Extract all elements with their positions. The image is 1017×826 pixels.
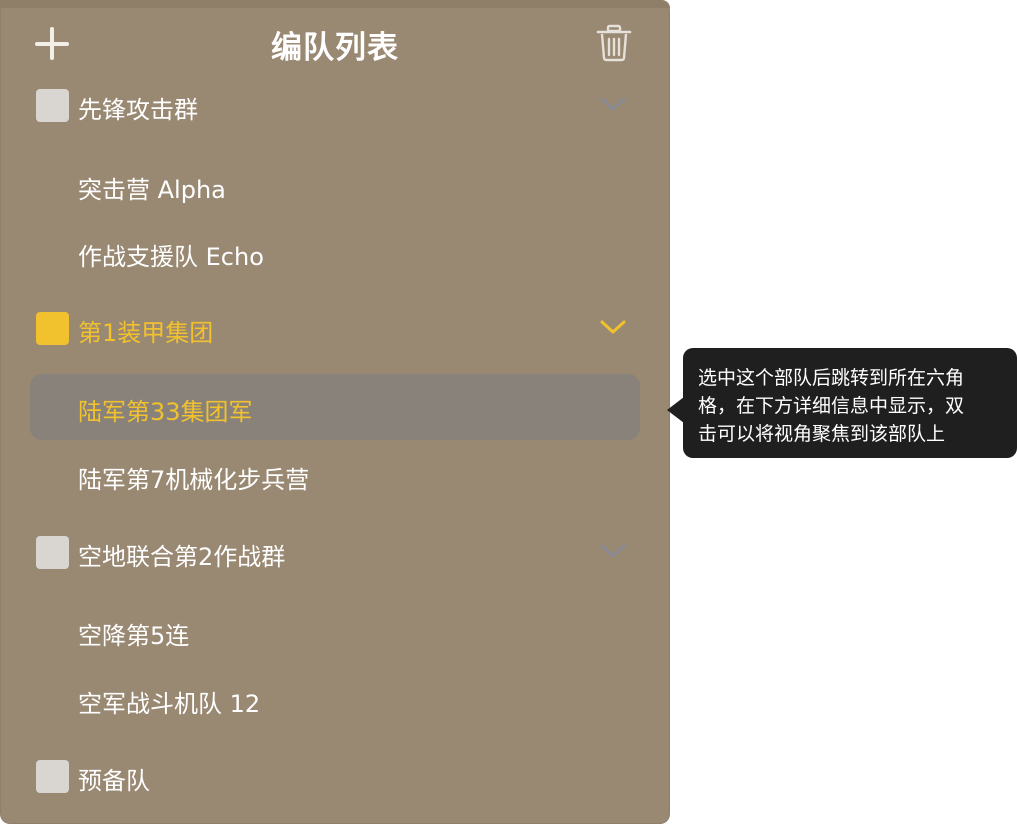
chevron-down-icon[interactable] — [598, 540, 628, 562]
unit-label: 陆军第7机械化步兵营 — [78, 466, 310, 494]
tooltip: 选中这个部队后跳转到所在六角 格，在下方详细信息中显示，双 击可以将视角聚焦到该… — [683, 348, 1017, 458]
tooltip-line: 击可以将视角聚焦到该部队上 — [698, 423, 946, 445]
unit-label: 空降第5连 — [78, 622, 190, 650]
tooltip-line: 格，在下方详细信息中显示，双 — [698, 395, 965, 417]
chevron-down-icon[interactable] — [598, 93, 628, 115]
group-label: 第1装甲集团 — [78, 319, 214, 347]
chevron-down-icon[interactable] — [598, 316, 628, 338]
group-row-armored[interactable]: 第1装甲集团 — [30, 296, 640, 362]
tooltip-arrow — [667, 397, 684, 423]
group-checkbox[interactable] — [36, 312, 69, 345]
unit-label: 作战支援队 Echo — [78, 243, 264, 271]
list-item[interactable]: 突击营 Alpha — [30, 152, 640, 218]
list-item[interactable]: 作战支援队 Echo — [30, 219, 640, 285]
formation-list-panel: 编队列表 先锋攻击群 突击营 Alpha 作战支援队 Echo 第1装甲集团 陆… — [0, 0, 670, 824]
group-label: 空地联合第2作战群 — [78, 543, 286, 571]
group-label: 预备队 — [78, 767, 150, 795]
delete-formation-button[interactable] — [596, 24, 632, 62]
list-item-selected[interactable]: 陆军第33集团军 — [30, 374, 640, 440]
list-item[interactable]: 陆军第7机械化步兵营 — [30, 442, 640, 508]
group-row-vanguard[interactable]: 先锋攻击群 — [30, 73, 640, 139]
tooltip-line: 选中这个部队后跳转到所在六角 — [698, 367, 965, 389]
unit-label: 突击营 Alpha — [78, 176, 226, 204]
unit-label: 陆军第33集团军 — [78, 398, 253, 426]
group-label: 先锋攻击群 — [78, 96, 198, 124]
group-checkbox[interactable] — [36, 760, 69, 793]
group-checkbox[interactable] — [36, 536, 69, 569]
group-row-air-ground[interactable]: 空地联合第2作战群 — [30, 520, 640, 586]
list-item[interactable]: 空降第5连 — [30, 598, 640, 664]
trash-icon — [596, 24, 632, 62]
group-checkbox[interactable] — [36, 89, 69, 122]
list-item[interactable]: 空军战斗机队 12 — [30, 666, 640, 732]
group-row-reserve[interactable]: 预备队 — [30, 744, 640, 810]
panel-title: 编队列表 — [271, 30, 399, 66]
unit-label: 空军战斗机队 12 — [78, 690, 261, 718]
